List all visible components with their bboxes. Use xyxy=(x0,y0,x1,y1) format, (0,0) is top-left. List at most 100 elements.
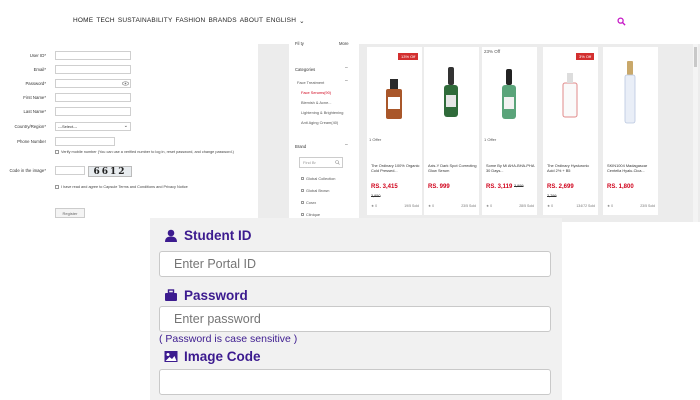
product-image xyxy=(386,79,402,119)
first-name-input[interactable] xyxy=(55,93,131,102)
product-card[interactable]: Axis-Y Dark Spot Correcting Glow Serum R… xyxy=(424,47,479,215)
rating: ★ 0 xyxy=(428,204,435,208)
brand-item[interactable]: Global Collection xyxy=(306,176,335,181)
brand-item[interactable]: Cosrx xyxy=(306,200,316,205)
scrollbar-thumb[interactable] xyxy=(694,47,697,67)
terms-text[interactable]: I have read and agree to Capsule Terms a… xyxy=(61,185,188,189)
scrollbar[interactable] xyxy=(693,44,698,222)
nav-link-about[interactable]: ABOUT xyxy=(240,17,263,25)
verify-checkbox[interactable] xyxy=(55,150,59,154)
product-price: RS. 1,800 xyxy=(607,184,634,190)
product-image xyxy=(624,61,636,124)
student-id-label: Student ID xyxy=(184,228,252,243)
image-code-input[interactable] xyxy=(159,369,551,395)
chevron-down-icon: ⌄ xyxy=(123,123,128,129)
eye-icon[interactable] xyxy=(122,81,129,86)
collapse-icon[interactable]: – xyxy=(345,65,348,71)
collapse-icon[interactable]: – xyxy=(345,78,348,84)
nav-link-home[interactable]: HOME xyxy=(73,17,93,25)
brand-item[interactable]: Clinique xyxy=(306,212,320,217)
nav-link-sustainability[interactable]: SUSTAINABILITY xyxy=(118,17,173,25)
student-id-input[interactable] xyxy=(159,251,551,277)
category-item-blemish[interactable]: Blemish & Acne... xyxy=(301,100,332,105)
product-name: The Ordinary Hyaluronic Acid 2% + B5 xyxy=(547,163,590,173)
image-code-label: Image Code xyxy=(184,349,261,364)
product-name: The Ordinary 100% Organic Cold Pressed..… xyxy=(371,163,420,173)
user-icon xyxy=(165,229,177,242)
nav-link-tech[interactable]: TECH xyxy=(96,17,115,25)
brand-checkbox[interactable] xyxy=(301,201,304,204)
user-id-label: User ID* xyxy=(29,53,46,58)
category-item-face-serums[interactable]: Face Serums(90) xyxy=(301,90,331,95)
product-card[interactable]: 13% Off 1 Offer The Ordinary 100% Organi… xyxy=(367,47,422,215)
product-card[interactable]: 23% Off 1 Offer Some By Mi AHA-BHA-PHA 3… xyxy=(482,47,537,215)
login-panel: Student ID Password ( Password is case s… xyxy=(150,218,562,400)
product-footer: ★ 0 23/5 Sold xyxy=(607,204,655,208)
category-group[interactable]: Face Treatment xyxy=(297,80,324,85)
rating: ★ 0 xyxy=(547,204,554,208)
product-footer: ★ 0 28/5 Sold xyxy=(486,204,534,208)
email-input[interactable] xyxy=(55,65,131,74)
phone-input[interactable] xyxy=(55,137,115,146)
last-name-label: Last Name* xyxy=(23,109,46,114)
product-name: Some By Mi AHA-BHA-PHA 30 Days... xyxy=(486,163,535,173)
sold-count: 134/72 Sold xyxy=(576,204,595,208)
product-old-price: 3,950 xyxy=(371,194,381,198)
rating: ★ 0 xyxy=(486,204,493,208)
last-name-input[interactable] xyxy=(55,107,131,116)
password-label-heading: Password xyxy=(184,288,248,303)
nav-links: HOME TECH SUSTAINABILITY FASHION BRANDS … xyxy=(73,17,305,25)
password-input[interactable] xyxy=(55,79,131,88)
sort-value[interactable]: More xyxy=(339,41,349,46)
product-card[interactable]: SKIN1004 Madagascar Centella Hyalu-Cica.… xyxy=(603,47,658,215)
register-button[interactable]: Register xyxy=(55,208,85,218)
user-id-input[interactable] xyxy=(55,51,131,60)
form-row-password: Password* xyxy=(0,79,258,89)
verify-text: Verify mobile number (You can use a veri… xyxy=(61,150,234,154)
brand-checkbox[interactable] xyxy=(301,213,304,216)
country-label: Country/Region* xyxy=(14,124,46,129)
rating: ★ 0 xyxy=(607,204,614,208)
country-select[interactable]: ---Select--- ⌄ xyxy=(55,122,131,131)
product-name: Axis-Y Dark Spot Correcting Glow Serum xyxy=(428,163,477,173)
shop-sidebar: Fil ty More Categories – Face Treatment … xyxy=(289,41,359,222)
collapse-icon[interactable]: – xyxy=(345,142,348,148)
product-footer: ★ 0 23/5 Sold xyxy=(428,204,476,208)
brand-checkbox[interactable] xyxy=(301,189,304,192)
product-card[interactable]: 3% Off The Ordinary Hyaluronic Acid 2% +… xyxy=(543,47,598,215)
offer-text: 1 Offer xyxy=(484,137,497,142)
nav-link-fashion[interactable]: FASHION xyxy=(176,17,206,25)
email-label: Email* xyxy=(33,67,46,72)
brand-checkbox[interactable] xyxy=(301,177,304,180)
product-old-price: 3,999 xyxy=(514,184,524,188)
nav-link-brands[interactable]: BRANDS xyxy=(208,17,236,25)
brand-item[interactable]: Global Brown xyxy=(306,188,329,193)
chevron-down-icon[interactable]: ⌄ xyxy=(299,17,305,25)
product-price: RS. 999 xyxy=(428,184,450,190)
category-item-lightening[interactable]: Lightening & Brightening xyxy=(301,110,343,115)
sold-count: 28/5 Sold xyxy=(519,204,534,208)
code-label: Code in the image* xyxy=(9,168,46,173)
form-row-country: Country/Region* ---Select--- ⌄ xyxy=(0,122,258,132)
form-row-phone: Phone Number xyxy=(0,137,258,147)
password-hint: ( Password is case sensitive ) xyxy=(159,333,298,345)
form-row-code: Code in the image* 6612 xyxy=(0,166,258,177)
password-field[interactable] xyxy=(159,306,551,332)
nav-link-english[interactable]: ENGLISH xyxy=(266,17,296,25)
form-row-email: Email* xyxy=(0,65,258,75)
password-heading: Password xyxy=(164,288,248,303)
code-input[interactable] xyxy=(55,166,85,175)
category-item-anti-aging[interactable]: Anti Aging Cream(40) xyxy=(301,120,338,125)
search-icon[interactable] xyxy=(617,17,626,26)
product-name: SKIN1004 Madagascar Centella Hyalu-Cica.… xyxy=(607,163,648,173)
product-image xyxy=(562,73,578,118)
product-footer: ★ 0 19/5 Sold xyxy=(371,204,419,208)
product-old-price: 2,799 xyxy=(547,194,557,198)
product-footer: ★ 0 134/72 Sold xyxy=(547,204,595,208)
terms-checkbox[interactable] xyxy=(55,185,59,189)
sold-count: 19/5 Sold xyxy=(404,204,419,208)
rating: ★ 0 xyxy=(371,204,378,208)
product-price: RS. 3,119 xyxy=(486,184,513,190)
offer-text: 1 Offer xyxy=(369,137,382,142)
captcha-image: 6612 xyxy=(88,166,132,177)
